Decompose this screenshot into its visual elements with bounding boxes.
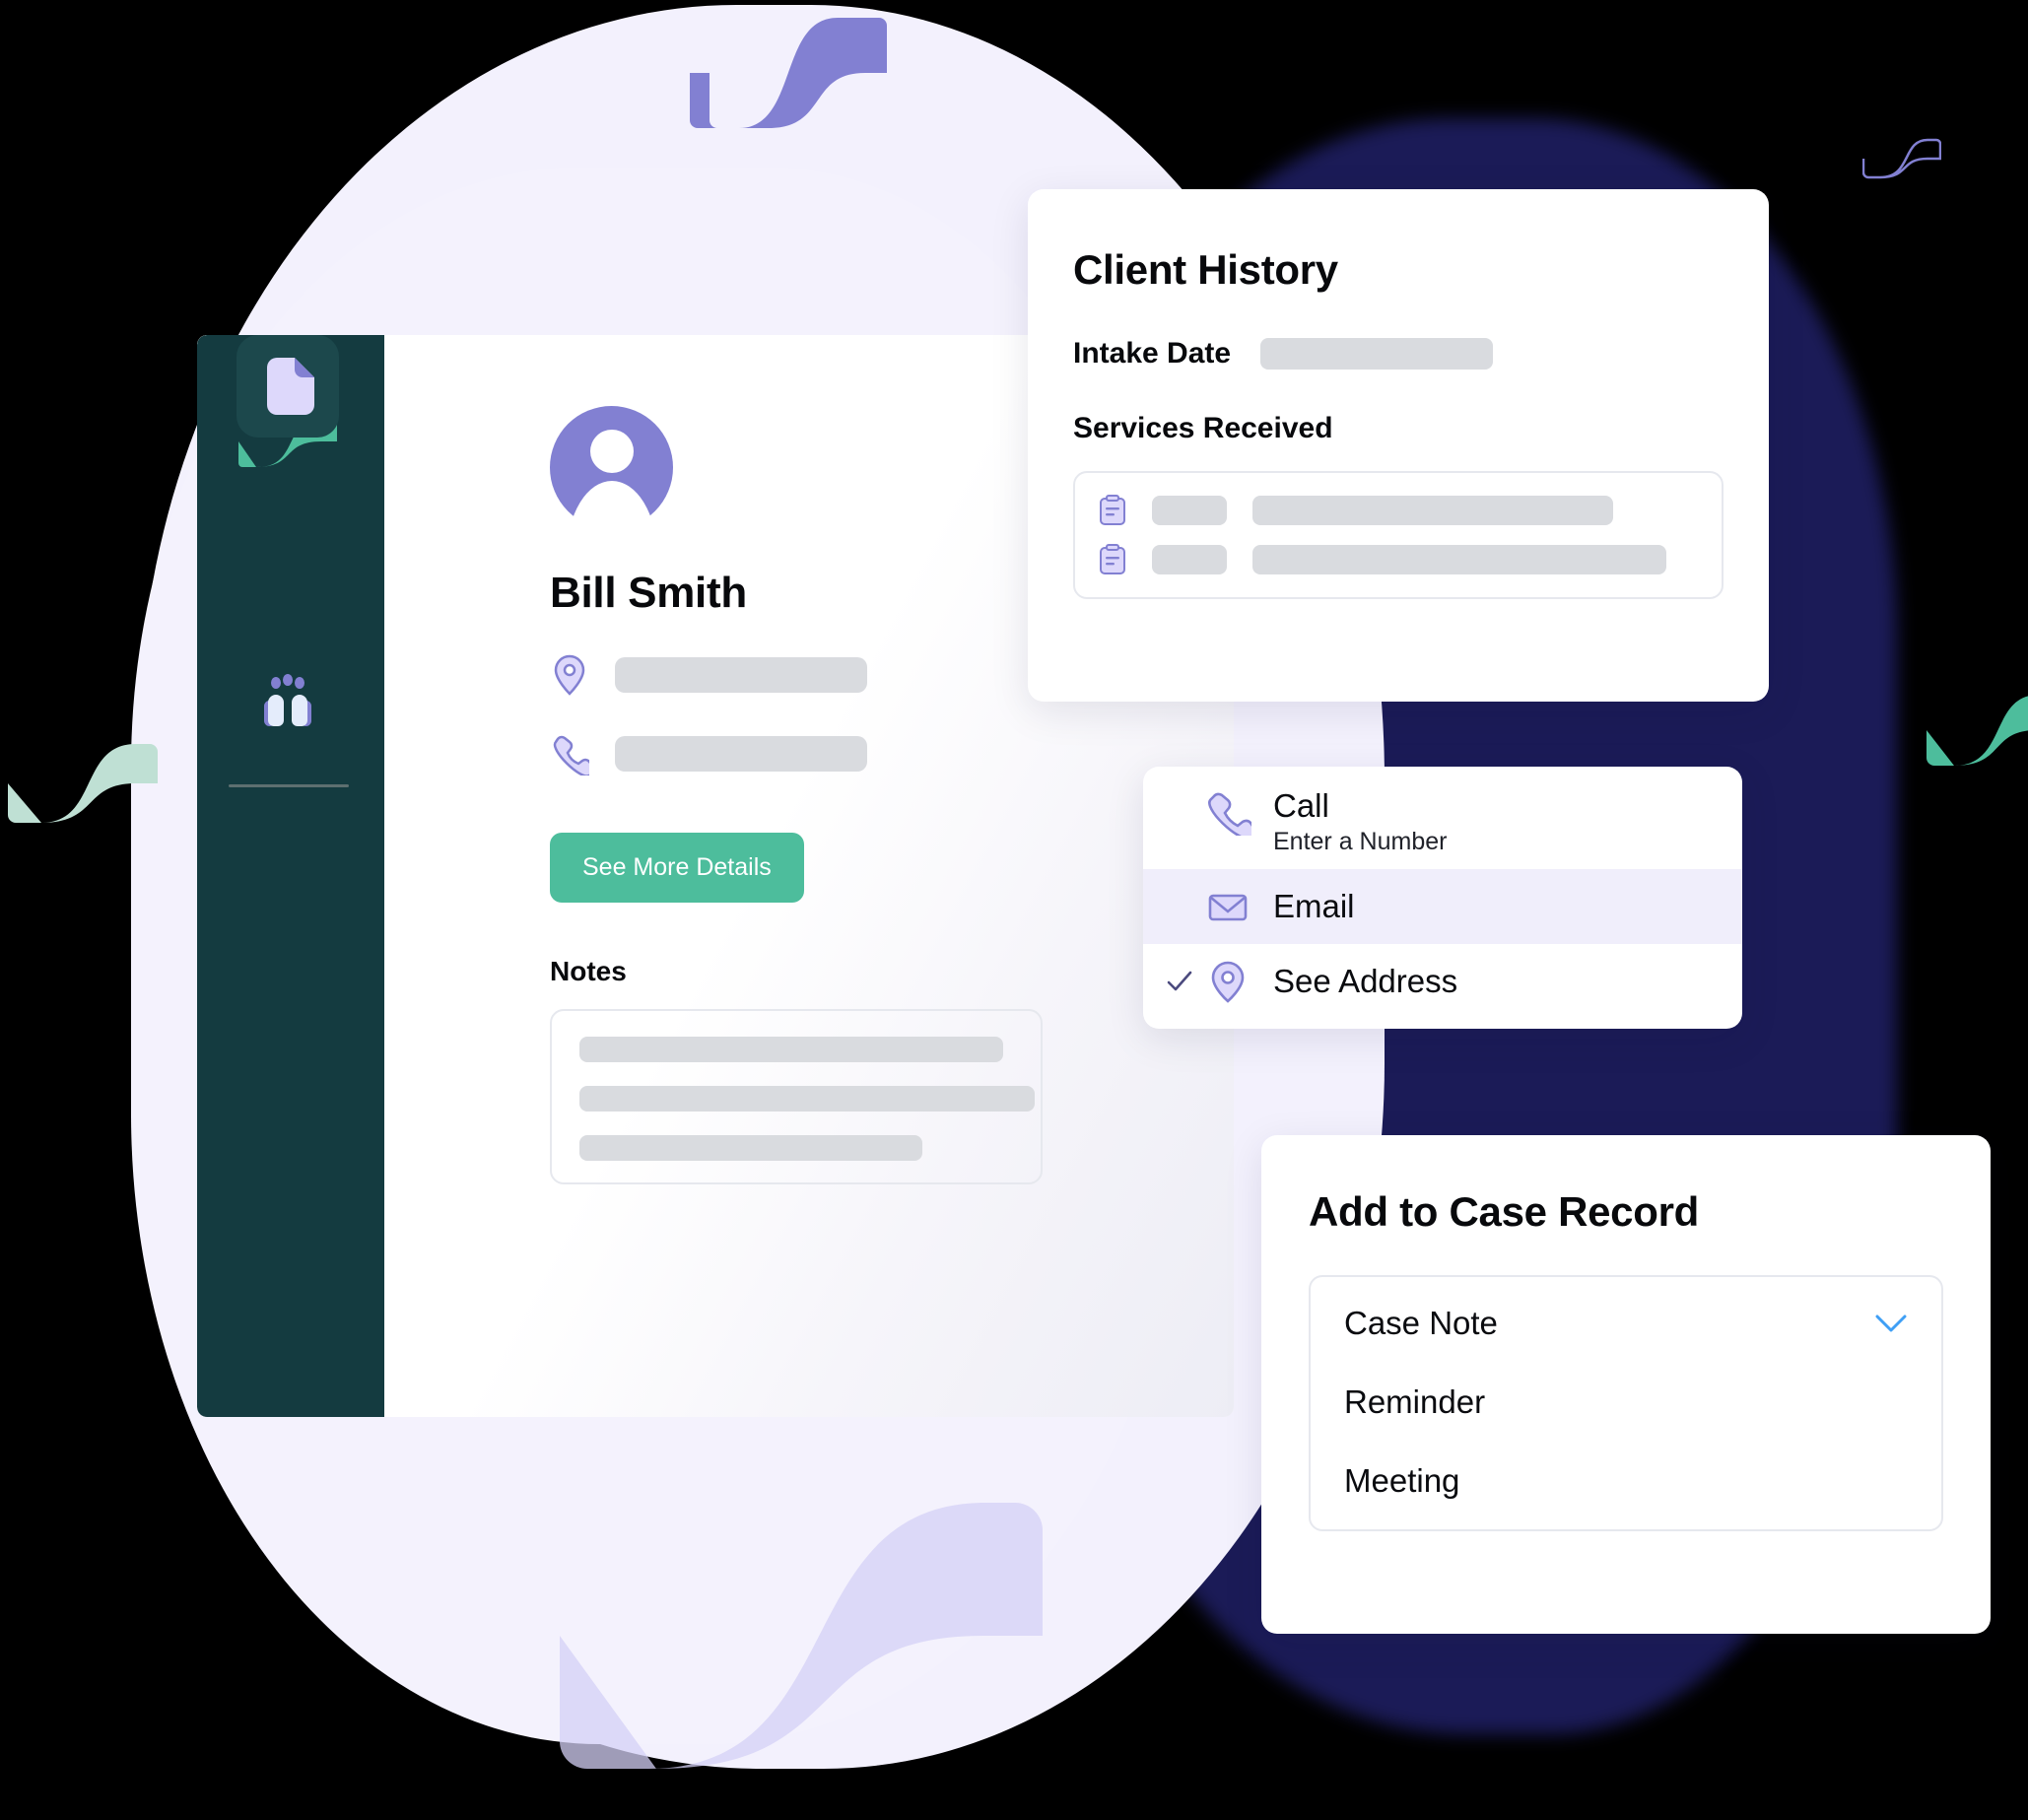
menu-item-see-address[interactable]: See Address <box>1143 944 1742 1019</box>
clipboard-note-icon <box>1100 544 1125 574</box>
clipboard-note-icon <box>1100 495 1125 525</box>
add-to-case-record-card: Add to Case Record Case Note Reminder Me… <box>1261 1135 1991 1634</box>
people-icon <box>264 674 311 726</box>
see-more-details-button[interactable]: See More Details <box>550 833 804 903</box>
services-received-list <box>1073 471 1724 599</box>
intake-date-label: Intake Date <box>1073 337 1232 370</box>
client-history-card: Client History Intake Date Services Rece… <box>1028 189 1769 702</box>
client-phone-row <box>550 732 1234 775</box>
menu-item-call-subtext: Enter a Number <box>1273 828 1448 856</box>
service-row[interactable] <box>1099 495 1698 526</box>
illustration-stage: Bill Smith See More Details Notes Client… <box>0 0 2028 1820</box>
phone-icon <box>1208 792 1251 836</box>
map-pin-icon <box>1211 961 1245 1003</box>
chevron-down-icon[interactable] <box>1874 1313 1908 1334</box>
sidebar-item-people[interactable] <box>237 650 339 753</box>
service-chip <box>1152 496 1227 525</box>
notes-heading: Notes <box>550 956 627 986</box>
client-address-value <box>615 657 867 693</box>
check-icon <box>1167 971 1192 991</box>
map-pin-icon <box>554 654 585 696</box>
notes-placeholder-line <box>579 1037 1003 1062</box>
sidebar-item-documents[interactable] <box>237 335 339 438</box>
case-record-type-select[interactable]: Case Note Reminder Meeting <box>1309 1275 1943 1531</box>
menu-item-call-label: Call <box>1273 787 1329 824</box>
wave-decoration-green-left-icon <box>8 744 158 823</box>
envelope-icon <box>1208 894 1248 921</box>
services-received-label: Services Received <box>1073 412 1333 444</box>
document-icon <box>267 358 314 415</box>
case-record-option-meeting[interactable]: Meeting <box>1344 1462 1908 1500</box>
app-sidebar <box>197 335 384 1417</box>
notes-placeholder-line <box>579 1086 1035 1112</box>
menu-item-email-label: Email <box>1273 887 1355 924</box>
client-phone-value <box>615 736 867 772</box>
case-record-selected-row[interactable]: Case Note <box>1344 1305 1908 1342</box>
avatar-head <box>589 430 634 473</box>
service-detail <box>1252 496 1613 525</box>
add-to-case-record-title: Add to Case Record <box>1309 1188 1699 1235</box>
user-avatar <box>550 406 673 556</box>
service-chip <box>1152 545 1227 574</box>
menu-item-see-address-label: See Address <box>1273 962 1458 999</box>
notes-placeholder-line <box>579 1135 922 1161</box>
wave-decoration-purple-icon <box>690 18 887 128</box>
client-history-title: Client History <box>1073 246 1338 293</box>
wave-decoration-outline-icon <box>1862 138 1941 179</box>
phone-icon <box>553 735 589 775</box>
notes-box[interactable] <box>550 1009 1043 1184</box>
case-record-selected-value: Case Note <box>1344 1305 1498 1341</box>
sidebar-divider <box>229 784 349 787</box>
contact-action-menu: Call Enter a Number Email See Address <box>1143 767 1742 1029</box>
avatar-body <box>566 481 657 556</box>
intake-date-row: Intake Date <box>1073 337 1724 371</box>
wave-decoration-green-right-icon <box>1927 696 2028 766</box>
wave-decoration-lilac-icon <box>560 1503 1043 1769</box>
service-detail <box>1252 545 1666 574</box>
case-record-option-reminder[interactable]: Reminder <box>1344 1383 1908 1421</box>
menu-item-email[interactable]: Email <box>1143 869 1742 944</box>
service-row[interactable] <box>1099 544 1698 575</box>
intake-date-value <box>1260 338 1494 370</box>
menu-item-call[interactable]: Call Enter a Number <box>1143 776 1742 869</box>
